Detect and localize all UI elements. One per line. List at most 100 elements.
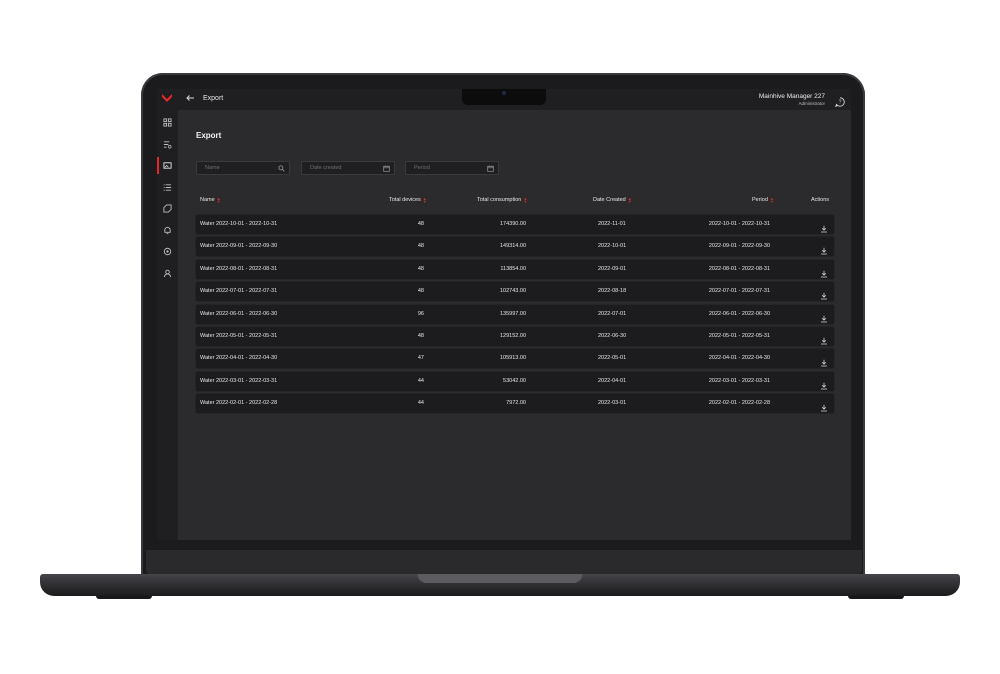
row-period: 2022-04-01 - 2022-04-30 [708,355,770,362]
table-row[interactable]: Water 2022-05-01 - 2022-05-31 48 129152.… [196,327,834,346]
row-total-devices: 47 [417,355,424,362]
row-total-devices: 48 [417,265,424,272]
row-name: Water 2022-10-01 - 2022-10-31 [200,221,278,227]
svg-text:?: ? [839,100,842,106]
row-period: 2022-10-01 - 2022-10-31 [708,221,770,227]
laptop-hinge [418,574,582,583]
row-period: 2022-09-01 - 2022-09-30 [708,243,770,250]
row-total-devices: 96 [417,310,424,317]
row-date-created: 2022-03-01 [598,400,627,407]
download-icon[interactable] [820,265,828,278]
row-period: 2022-08-01 - 2022-08-31 [708,265,770,272]
row-period: 2022-07-01 - 2022-07-31 [708,288,770,295]
period-filter-placeholder: Period [414,165,430,171]
back-arrow-icon[interactable] [185,93,195,103]
calendar-icon [383,165,390,172]
download-icon[interactable] [820,242,828,255]
target-icon [163,247,172,256]
user-name[interactable]: Mainhive Manager 227 [759,93,825,100]
row-date-created: 2022-05-01 [598,355,627,362]
table-row[interactable]: Water 2022-07-01 - 2022-07-31 48 102743.… [196,282,834,302]
sidebar-item-list-settings[interactable] [162,139,173,150]
sort-icon: ▲ ▼ [422,196,427,204]
sidebar-item-dashboard[interactable] [162,117,173,128]
page-title: Export [196,131,222,140]
row-period: 2022-03-01 - 2022-03-31 [708,377,770,384]
download-icon[interactable] [820,377,828,390]
row-period: 2022-06-01 - 2022-06-30 [708,310,770,317]
table-row[interactable]: Water 2022-08-01 - 2022-08-31 48 113854.… [196,259,834,279]
sidebar-item-targets[interactable] [162,246,173,257]
download-icon[interactable] [820,354,828,367]
name-filter-input[interactable]: Name [196,161,290,175]
sidebar-item-alerts[interactable] [162,225,173,236]
row-date-created: 2022-04-01 [598,377,627,384]
column-header-date-created[interactable]: Date Created ▲ ▼ [593,196,632,204]
column-header-name[interactable]: Name ▲ ▼ [200,196,221,204]
sidebar-item-export[interactable] [157,157,173,174]
user-role: Administrator [798,101,825,106]
sort-icon: ▲ ▼ [627,196,632,204]
brand-logo-icon[interactable] [162,94,172,102]
laptop-chin [146,550,862,574]
row-total-devices: 48 [417,221,424,227]
sidebar-item-users[interactable] [162,268,173,279]
row-name: Water 2022-07-01 - 2022-07-31 [200,288,278,295]
sort-icon: ▲ ▼ [216,196,221,204]
row-name: Water 2022-02-01 - 2022-02-28 [200,400,278,407]
list-settings-icon [163,141,172,149]
row-total-consumption: 129152.00 [500,333,526,339]
download-icon[interactable] [820,310,828,322]
column-header-actions-label: Actions [811,197,830,203]
row-total-consumption: 7972.00 [506,400,526,407]
row-total-devices: 48 [417,288,424,295]
row-total-devices: 48 [417,333,424,339]
search-icon [278,165,285,172]
row-total-consumption: 105913.00 [500,355,526,362]
bell-icon [164,226,171,235]
download-icon[interactable] [820,220,828,233]
row-date-created: 2022-10-01 [598,243,627,250]
sidebar-item-list[interactable] [162,182,173,193]
table-row[interactable]: Water 2022-10-01 - 2022-10-31 48 174390.… [196,215,834,234]
dashboard-icon [163,118,172,127]
table-row[interactable]: Water 2022-02-01 - 2022-02-28 44 7972.00… [196,394,834,414]
row-total-consumption: 135997.00 [500,310,526,317]
table-row[interactable]: Water 2022-04-01 - 2022-04-30 47 105913.… [196,349,834,369]
row-name: Water 2022-09-01 - 2022-09-30 [200,243,278,250]
period-filter-input[interactable]: Period [405,161,499,175]
topbar-title: Export [203,95,224,102]
row-name: Water 2022-05-01 - 2022-05-31 [200,333,278,339]
column-header-period-label: Period [752,197,768,203]
tag-icon [163,204,172,213]
row-total-devices: 44 [417,377,424,384]
row-name: Water 2022-06-01 - 2022-06-30 [200,310,278,317]
laptop-screen: Export Mainhive Manager 227 Administrato… [157,89,851,540]
column-header-period[interactable]: Period ▲ ▼ [752,197,774,204]
user-icon [163,269,172,278]
download-icon[interactable] [820,287,828,300]
table-row[interactable]: Water 2022-09-01 - 2022-09-30 48 149314.… [196,237,834,257]
column-header-total-devices-label: Total devices [389,197,421,203]
column-header-total-consumption[interactable]: Total consumption ▲ ▼ [477,197,527,204]
row-period: 2022-05-01 - 2022-05-31 [708,333,770,339]
row-date-created: 2022-11-01 [598,221,626,227]
row-name: Water 2022-03-01 - 2022-03-31 [200,377,278,384]
table-row[interactable]: Water 2022-06-01 - 2022-06-30 96 135997.… [196,304,834,324]
row-total-consumption: 113854.00 [500,265,526,272]
camera-icon [502,91,506,95]
row-date-created: 2022-07-01 [598,310,627,317]
table-row[interactable]: Water 2022-03-01 - 2022-03-31 44 53042.0… [196,371,834,391]
row-total-consumption: 149314.00 [500,243,526,250]
download-icon[interactable] [820,332,828,345]
list-icon [163,184,172,191]
download-icon[interactable] [820,399,828,412]
sidebar [157,89,178,540]
row-date-created: 2022-09-01 [598,265,627,272]
sidebar-item-tags[interactable] [162,203,173,214]
help-chat-icon[interactable]: ? [834,94,845,107]
column-header-total-devices[interactable]: Total devices ▲ ▼ [389,196,427,204]
row-name: Water 2022-04-01 - 2022-04-30 [200,355,278,362]
calendar-icon [487,165,494,172]
date-created-filter-input[interactable]: Date created [301,161,395,175]
